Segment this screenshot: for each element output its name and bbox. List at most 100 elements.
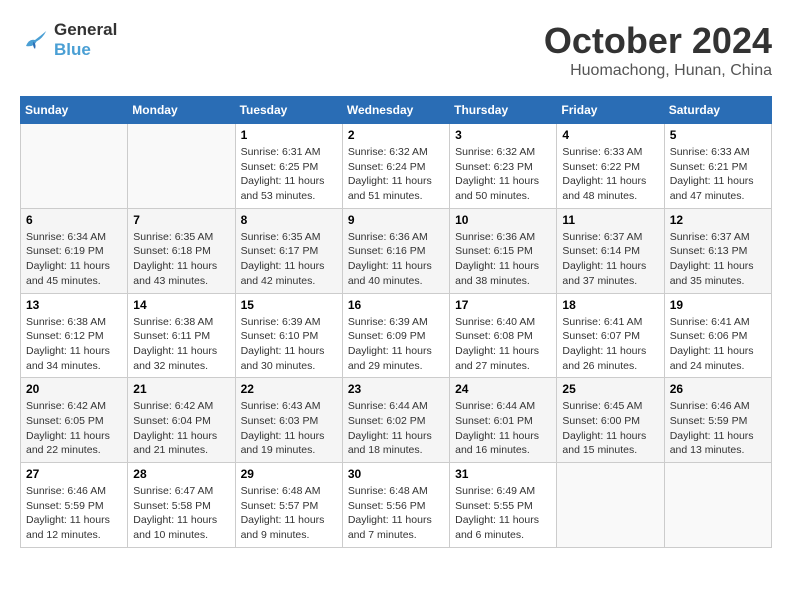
calendar-cell: 13Sunrise: 6:38 AMSunset: 6:12 PMDayligh… xyxy=(21,293,128,378)
calendar-cell: 17Sunrise: 6:40 AMSunset: 6:08 PMDayligh… xyxy=(450,293,557,378)
calendar-cell xyxy=(21,124,128,209)
calendar-cell: 7 Sunrise: 6:35 AMSunset: 6:18 PMDaylight… xyxy=(128,208,235,293)
calendar-cell: 4 Sunrise: 6:33 AMSunset: 6:22 PMDaylight… xyxy=(557,124,664,209)
day-number: 4 xyxy=(562,128,658,142)
day-number: 14 xyxy=(133,298,229,312)
day-number: 25 xyxy=(562,382,658,396)
page-header: General Blue October 2024 Huomachong, Hu… xyxy=(20,20,772,80)
day-info: Sunrise: 6:38 AMSunset: 6:12 PMDaylight:… xyxy=(26,315,122,374)
day-info: Sunrise: 6:46 AMSunset: 5:59 PMDaylight:… xyxy=(670,399,766,458)
day-info: Sunrise: 6:32 AMSunset: 6:24 PMDaylight:… xyxy=(348,145,444,204)
day-number: 21 xyxy=(133,382,229,396)
day-number: 22 xyxy=(241,382,337,396)
day-number: 24 xyxy=(455,382,551,396)
calendar-cell: 9 Sunrise: 6:36 AMSunset: 6:16 PMDaylight… xyxy=(342,208,449,293)
logo-text: General Blue xyxy=(54,20,117,59)
day-info: Sunrise: 6:31 AMSunset: 6:25 PMDaylight:… xyxy=(241,145,337,204)
calendar-cell: 3Sunrise: 6:32 AMSunset: 6:23 PMDaylight… xyxy=(450,124,557,209)
day-info: Sunrise: 6:47 AMSunset: 5:58 PMDaylight:… xyxy=(133,484,229,543)
calendar-cell: 22 Sunrise: 6:43 AMSunset: 6:03 PMDayligh… xyxy=(235,378,342,463)
month-title: October 2024 xyxy=(544,20,772,62)
calendar-cell: 14Sunrise: 6:38 AMSunset: 6:11 PMDayligh… xyxy=(128,293,235,378)
day-info: Sunrise: 6:34 AMSunset: 6:19 PMDaylight:… xyxy=(26,230,122,289)
day-info: Sunrise: 6:36 AMSunset: 6:16 PMDaylight:… xyxy=(348,230,444,289)
day-info: Sunrise: 6:41 AMSunset: 6:07 PMDaylight:… xyxy=(562,315,658,374)
day-info: Sunrise: 6:39 AMSunset: 6:09 PMDaylight:… xyxy=(348,315,444,374)
day-number: 1 xyxy=(241,128,337,142)
calendar-cell: 2 Sunrise: 6:32 AMSunset: 6:24 PMDaylight… xyxy=(342,124,449,209)
day-number: 16 xyxy=(348,298,444,312)
day-info: Sunrise: 6:49 AMSunset: 5:55 PMDaylight:… xyxy=(455,484,551,543)
calendar-cell: 18 Sunrise: 6:41 AMSunset: 6:07 PMDayligh… xyxy=(557,293,664,378)
calendar-cell: 20Sunrise: 6:42 AMSunset: 6:05 PMDayligh… xyxy=(21,378,128,463)
day-header-friday: Friday xyxy=(557,97,664,124)
calendar-cell: 8Sunrise: 6:35 AMSunset: 6:17 PMDaylight… xyxy=(235,208,342,293)
calendar-cell: 6 Sunrise: 6:34 AMSunset: 6:19 PMDaylight… xyxy=(21,208,128,293)
day-info: Sunrise: 6:42 AMSunset: 6:04 PMDaylight:… xyxy=(133,399,229,458)
day-number: 27 xyxy=(26,467,122,481)
calendar-cell: 16 Sunrise: 6:39 AMSunset: 6:09 PMDayligh… xyxy=(342,293,449,378)
calendar-cell: 28 Sunrise: 6:47 AMSunset: 5:58 PMDayligh… xyxy=(128,463,235,548)
day-number: 2 xyxy=(348,128,444,142)
day-info: Sunrise: 6:44 AMSunset: 6:02 PMDaylight:… xyxy=(348,399,444,458)
day-info: Sunrise: 6:33 AMSunset: 6:22 PMDaylight:… xyxy=(562,145,658,204)
calendar-header-row: SundayMondayTuesdayWednesdayThursdayFrid… xyxy=(21,97,772,124)
day-number: 18 xyxy=(562,298,658,312)
day-info: Sunrise: 6:32 AMSunset: 6:23 PMDaylight:… xyxy=(455,145,551,204)
day-number: 11 xyxy=(562,213,658,227)
day-number: 9 xyxy=(348,213,444,227)
day-header-saturday: Saturday xyxy=(664,97,771,124)
day-number: 6 xyxy=(26,213,122,227)
day-number: 12 xyxy=(670,213,766,227)
day-header-monday: Monday xyxy=(128,97,235,124)
day-info: Sunrise: 6:33 AMSunset: 6:21 PMDaylight:… xyxy=(670,145,766,204)
calendar-week-1: 1 Sunrise: 6:31 AMSunset: 6:25 PMDaylight… xyxy=(21,124,772,209)
day-number: 19 xyxy=(670,298,766,312)
day-info: Sunrise: 6:44 AMSunset: 6:01 PMDaylight:… xyxy=(455,399,551,458)
day-number: 10 xyxy=(455,213,551,227)
calendar-cell: 24 Sunrise: 6:44 AMSunset: 6:01 PMDayligh… xyxy=(450,378,557,463)
day-number: 23 xyxy=(348,382,444,396)
calendar-cell: 19 Sunrise: 6:41 AMSunset: 6:06 PMDayligh… xyxy=(664,293,771,378)
calendar-table: SundayMondayTuesdayWednesdayThursdayFrid… xyxy=(20,96,772,548)
day-number: 15 xyxy=(241,298,337,312)
calendar-cell: 30Sunrise: 6:48 AMSunset: 5:56 PMDayligh… xyxy=(342,463,449,548)
calendar-cell: 1 Sunrise: 6:31 AMSunset: 6:25 PMDaylight… xyxy=(235,124,342,209)
calendar-week-2: 6 Sunrise: 6:34 AMSunset: 6:19 PMDaylight… xyxy=(21,208,772,293)
day-info: Sunrise: 6:46 AMSunset: 5:59 PMDaylight:… xyxy=(26,484,122,543)
day-number: 7 xyxy=(133,213,229,227)
calendar-cell: 5Sunrise: 6:33 AMSunset: 6:21 PMDaylight… xyxy=(664,124,771,209)
day-info: Sunrise: 6:43 AMSunset: 6:03 PMDaylight:… xyxy=(241,399,337,458)
calendar-cell: 21 Sunrise: 6:42 AMSunset: 6:04 PMDayligh… xyxy=(128,378,235,463)
calendar-cell xyxy=(128,124,235,209)
day-header-thursday: Thursday xyxy=(450,97,557,124)
day-header-tuesday: Tuesday xyxy=(235,97,342,124)
calendar-cell xyxy=(664,463,771,548)
day-number: 31 xyxy=(455,467,551,481)
calendar-cell: 15 Sunrise: 6:39 AMSunset: 6:10 PMDayligh… xyxy=(235,293,342,378)
day-info: Sunrise: 6:36 AMSunset: 6:15 PMDaylight:… xyxy=(455,230,551,289)
calendar-cell: 25 Sunrise: 6:45 AMSunset: 6:00 PMDayligh… xyxy=(557,378,664,463)
calendar-cell: 10 Sunrise: 6:36 AMSunset: 6:15 PMDayligh… xyxy=(450,208,557,293)
calendar-cell: 23 Sunrise: 6:44 AMSunset: 6:02 PMDayligh… xyxy=(342,378,449,463)
calendar-cell: 27 Sunrise: 6:46 AMSunset: 5:59 PMDayligh… xyxy=(21,463,128,548)
day-info: Sunrise: 6:48 AMSunset: 5:57 PMDaylight:… xyxy=(241,484,337,543)
calendar-week-4: 20Sunrise: 6:42 AMSunset: 6:05 PMDayligh… xyxy=(21,378,772,463)
day-number: 26 xyxy=(670,382,766,396)
day-info: Sunrise: 6:37 AMSunset: 6:14 PMDaylight:… xyxy=(562,230,658,289)
day-header-sunday: Sunday xyxy=(21,97,128,124)
calendar-cell: 29Sunrise: 6:48 AMSunset: 5:57 PMDayligh… xyxy=(235,463,342,548)
day-info: Sunrise: 6:42 AMSunset: 6:05 PMDaylight:… xyxy=(26,399,122,458)
title-block: October 2024 Huomachong, Hunan, China xyxy=(544,20,772,80)
calendar-cell: 26 Sunrise: 6:46 AMSunset: 5:59 PMDayligh… xyxy=(664,378,771,463)
day-number: 30 xyxy=(348,467,444,481)
day-header-wednesday: Wednesday xyxy=(342,97,449,124)
calendar-cell: 12Sunrise: 6:37 AMSunset: 6:13 PMDayligh… xyxy=(664,208,771,293)
logo-icon xyxy=(20,25,50,55)
day-info: Sunrise: 6:41 AMSunset: 6:06 PMDaylight:… xyxy=(670,315,766,374)
day-info: Sunrise: 6:39 AMSunset: 6:10 PMDaylight:… xyxy=(241,315,337,374)
day-info: Sunrise: 6:35 AMSunset: 6:18 PMDaylight:… xyxy=(133,230,229,289)
day-info: Sunrise: 6:45 AMSunset: 6:00 PMDaylight:… xyxy=(562,399,658,458)
calendar-cell xyxy=(557,463,664,548)
day-number: 28 xyxy=(133,467,229,481)
